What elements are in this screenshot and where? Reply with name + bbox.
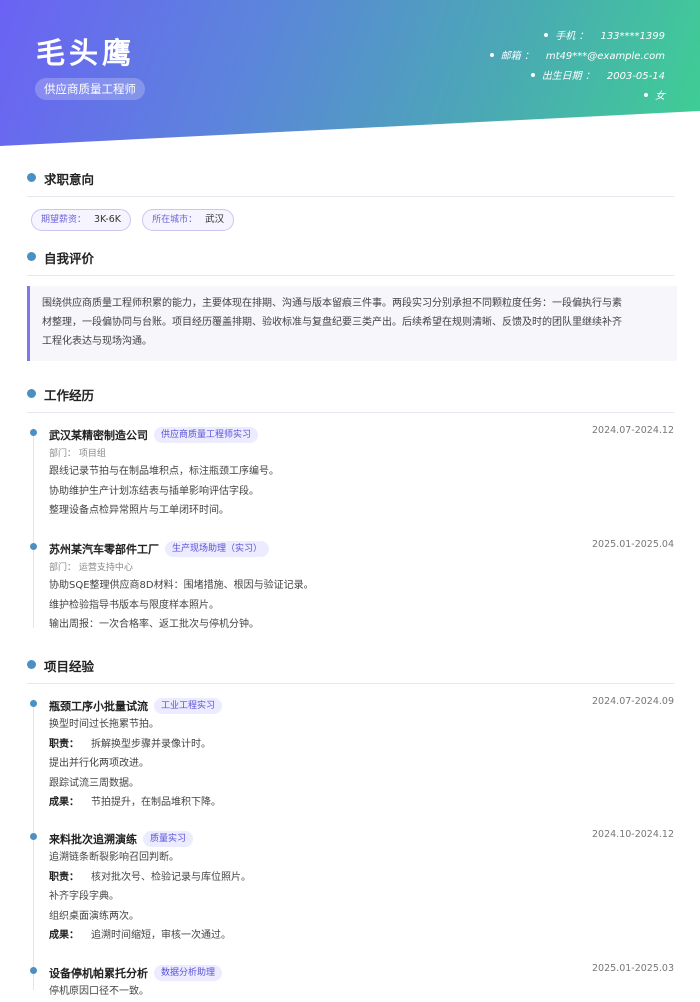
work-bullets: 跟线记录节拍与在制品堆积点，标注瓶颈工序编号。 协助维护生产计划冻结表与插单影响… <box>49 466 279 516</box>
work-timeline-line <box>33 428 34 628</box>
contact-birthdate: 出生日期 ： 2003-05-14 <box>490 67 665 87</box>
timeline-node-icon <box>30 429 37 436</box>
role-tag: 生产现场助理（实习） <box>165 540 270 557</box>
bullet-icon <box>544 33 549 37</box>
section-intent: 求职意向 <box>27 168 674 197</box>
bullet-icon <box>530 73 535 77</box>
timeline-node-icon <box>30 967 37 974</box>
section-bullet-icon <box>27 252 36 261</box>
section-bullet-icon <box>27 173 36 182</box>
section-summary: 自我评价 <box>27 247 674 276</box>
department: 部门： 项目组 <box>49 449 106 459</box>
company-name: 武汉某精密制造公司 <box>49 429 148 442</box>
project-timeline-line <box>33 699 34 990</box>
project-details: 换型时间过长拖累节拍。 职责： 拆解换型步骤并录像计时。 提出并行化两项改进。 跟… <box>49 719 221 808</box>
section-projects: 项目经验 <box>27 655 674 684</box>
bullet-icon <box>489 53 494 57</box>
section-work: 工作经历 <box>27 384 674 413</box>
date-range: 2024.07-2024.09 <box>592 696 674 707</box>
work-bullets: 协助SQE整理供应商8D材料：围堵措施、根因与验证记录。 维护检验指导书版本与限… <box>49 580 314 630</box>
project-name: 来料批次追溯演练 <box>49 833 137 846</box>
section-bullet-icon <box>27 660 36 669</box>
role-tag: 质量实习 <box>143 830 194 847</box>
role-tag: 供应商质量工程师实习 <box>154 426 259 443</box>
timeline-node-icon <box>30 700 37 707</box>
bullet-icon <box>644 93 648 97</box>
section-bullet-icon <box>27 389 36 398</box>
contact-email: 邮箱 ： mt49***@example.com <box>489 47 665 67</box>
date-range: 2025.01-2025.04 <box>592 539 674 550</box>
timeline-node-icon <box>30 833 37 840</box>
self-summary: 围绕供应商质量工程师积累的能力，主要体现在排期、沟通与版本留痕三件事。两段实习分… <box>27 286 677 361</box>
project-name: 设备停机帕累托分析 <box>49 967 148 980</box>
timeline-node-icon <box>30 543 37 550</box>
company-name: 苏州某汽车零部件工厂 <box>49 543 159 556</box>
project-details: 停机原因口径不一致。 <box>49 986 149 997</box>
department: 部门： 运营支持中心 <box>49 563 133 573</box>
contact-info: 手机 ： 133****1399 邮箱 ： mt49***@example.com … <box>489 27 665 107</box>
project-name: 瓶颈工序小批量试流 <box>49 700 148 713</box>
role-tag: 数据分析助理 <box>154 964 223 981</box>
role-tag: 工业工程实习 <box>154 697 223 714</box>
contact-phone: 手机 ： 133****1399 <box>490 27 665 47</box>
date-range: 2024.10-2024.12 <box>592 829 674 840</box>
role-badge: 供应商质量工程师 <box>35 78 145 100</box>
salary-tag: 期望薪资： 3K-6K <box>31 209 131 231</box>
city-tag: 所在城市： 武汉 <box>142 209 235 231</box>
date-range: 2024.07-2024.12 <box>592 425 674 436</box>
date-range: 2025.01-2025.03 <box>592 963 674 974</box>
contact-gender: 女 <box>490 87 665 107</box>
intent-tags: 期望薪资： 3K-6K 所在城市： 武汉 <box>31 207 240 231</box>
project-details: 追溯链条断裂影响召回判断。 职责： 核对批次号、检验记录与库位照片。 补齐字段字典… <box>49 852 251 941</box>
candidate-name: 毛头鹰 <box>36 36 136 70</box>
